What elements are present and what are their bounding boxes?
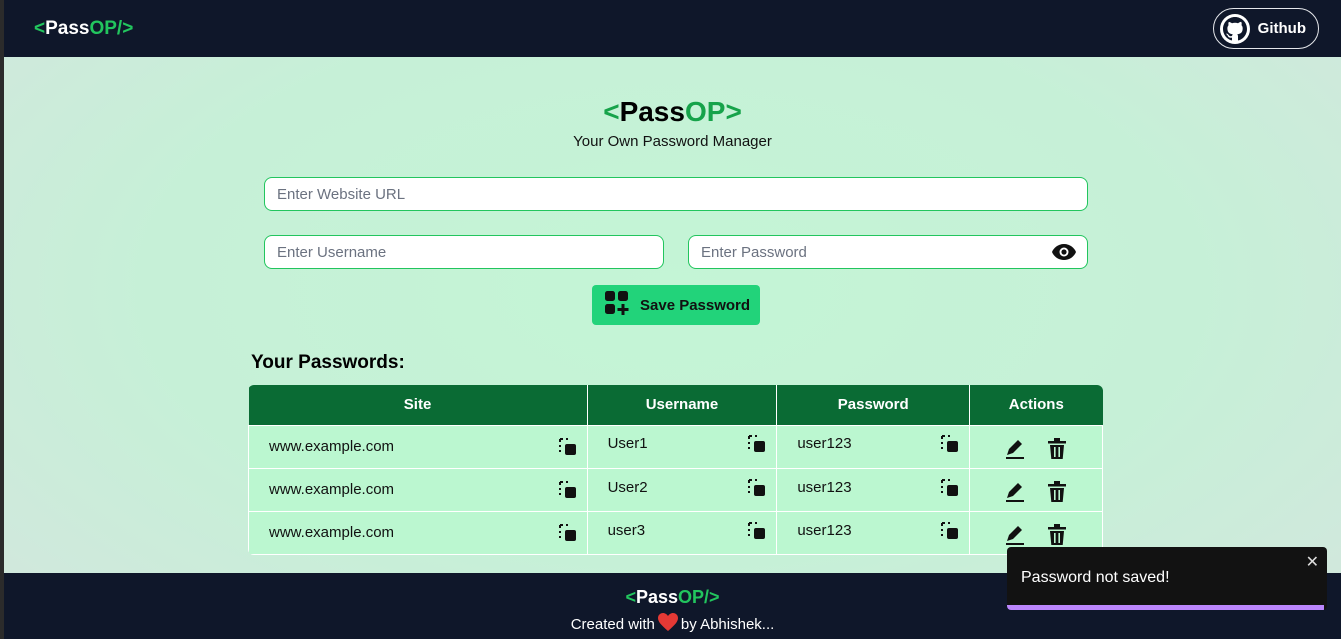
password-value[interactable]: user123 <box>797 435 851 452</box>
username-input[interactable] <box>264 235 664 269</box>
site-value[interactable]: www.example.com <box>269 438 394 455</box>
table-row: www.example.com user3 user123 <box>248 510 1103 555</box>
passwords-heading: Your Passwords: <box>251 352 405 373</box>
delete-icon[interactable] <box>1045 480 1069 504</box>
toast-close-icon[interactable]: ✕ <box>1306 552 1319 572</box>
site-value[interactable]: www.example.com <box>269 481 394 498</box>
table-row: www.example.com User2 user123 <box>248 467 1103 512</box>
column-header-password: Password <box>776 385 971 425</box>
footer-logo-accent: OP/> <box>678 587 720 607</box>
passwords-table: Site Username Password Actions www.examp… <box>248 385 1103 555</box>
password-value[interactable]: user123 <box>797 479 851 496</box>
column-header-actions: Actions <box>969 385 1103 425</box>
page-subtitle: Your Own Password Manager <box>573 133 772 150</box>
edit-icon[interactable] <box>1003 437 1027 461</box>
delete-icon[interactable] <box>1045 437 1069 461</box>
navbar: <PassOP/> Github <box>4 0 1341 57</box>
github-button[interactable]: Github <box>1212 8 1319 49</box>
add-grid-icon <box>604 290 630 320</box>
logo-accent: OP/> <box>89 17 134 39</box>
toast-message: Password not saved! <box>1021 569 1170 586</box>
password-value[interactable]: user123 <box>797 522 851 539</box>
column-header-site: Site <box>248 385 588 425</box>
copy-icon[interactable] <box>557 479 579 501</box>
copy-icon[interactable] <box>746 433 768 455</box>
username-value[interactable]: User2 <box>608 479 648 496</box>
show-password-eye-icon[interactable] <box>1051 242 1077 262</box>
copy-icon[interactable] <box>746 520 768 542</box>
title-accent: OP <box>684 96 726 127</box>
site-value[interactable]: www.example.com <box>269 524 394 541</box>
copy-icon[interactable] <box>557 436 579 458</box>
table-row: www.example.com User1 user123 <box>248 424 1103 469</box>
title-bracket-close: > <box>725 96 742 127</box>
save-password-label: Save Password <box>640 296 751 314</box>
copy-icon[interactable] <box>939 433 961 455</box>
footer-logo-bracket: < <box>625 587 636 607</box>
github-label: Github <box>1257 20 1306 37</box>
page-title: <PassOP> <box>4 96 1341 128</box>
logo-text: Pass <box>45 17 90 39</box>
edit-icon[interactable] <box>1003 523 1027 547</box>
nav-logo[interactable]: <PassOP/> <box>34 18 133 40</box>
copy-icon[interactable] <box>557 522 579 544</box>
github-icon <box>1219 13 1250 44</box>
toast-progress-bar <box>1007 605 1324 610</box>
credit-text-after: by Abhishek... <box>680 615 775 633</box>
username-value[interactable]: User1 <box>608 435 648 452</box>
edit-icon[interactable] <box>1003 480 1027 504</box>
delete-icon[interactable] <box>1045 523 1069 547</box>
website-url-input[interactable] <box>264 177 1088 211</box>
column-header-username: Username <box>587 385 778 425</box>
title-bracket-open: < <box>603 96 620 127</box>
password-input[interactable] <box>688 235 1088 269</box>
title-main: Pass <box>619 96 685 127</box>
save-password-button[interactable]: Save Password <box>592 285 760 325</box>
logo-bracket: < <box>34 17 46 39</box>
copy-icon[interactable] <box>939 520 961 542</box>
copy-icon[interactable] <box>746 477 768 499</box>
heart-icon <box>657 612 679 636</box>
page: <PassOP/> Github <PassOP> Your Own Passw… <box>4 0 1341 639</box>
toast-notification: Password not saved! ✕ <box>1007 547 1327 610</box>
username-value[interactable]: user3 <box>608 522 646 539</box>
footer-credit: Created with by Abhishek... <box>4 612 1341 636</box>
table-header-row: Site Username Password Actions <box>248 385 1103 425</box>
footer-logo-text: Pass <box>635 587 679 607</box>
credit-text-before: Created with <box>570 615 655 633</box>
copy-icon[interactable] <box>939 477 961 499</box>
